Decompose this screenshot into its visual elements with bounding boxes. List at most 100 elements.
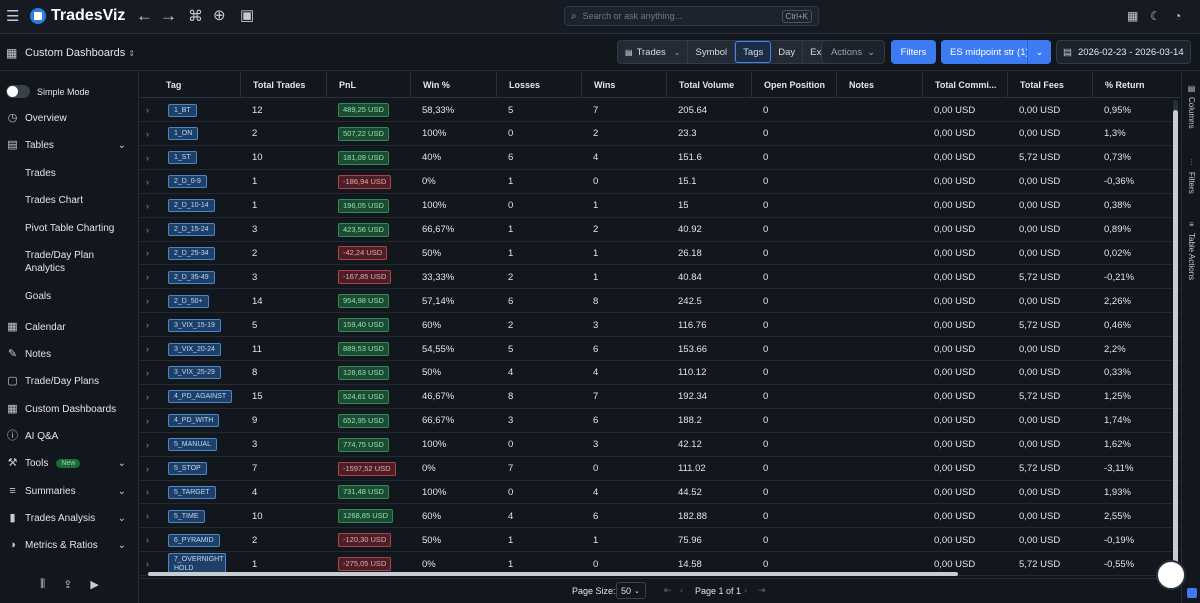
col-total-volume-header[interactable]: Total Volume — [666, 72, 751, 98]
grid-icon[interactable]: ▦ — [1127, 9, 1138, 24]
prev-page-icon[interactable]: ‹ — [680, 585, 683, 595]
sidebar-item-plan-analytics[interactable]: Trade/Day Plan Analytics — [25, 249, 133, 275]
col-wins-header[interactable]: Wins — [581, 72, 666, 98]
tab-day[interactable]: Day — [771, 41, 804, 63]
table-row[interactable]: › 6_PYRAMID 2 -120,30 USD 50% 1 1 75.96 0 0,00 US… — [140, 528, 1180, 553]
sidebar-item-tools[interactable]: ⚒ Tools New ⌄ — [6, 457, 134, 470]
tag-chip[interactable]: 5_TARGET — [168, 485, 216, 499]
sidebar-item-trades-chart[interactable]: Trades Chart — [25, 194, 133, 207]
tag-chip[interactable]: 3_VIX_15-19 — [168, 318, 221, 332]
tag-chip[interactable]: 3_VIX_20-24 — [168, 342, 221, 356]
sidebar-item-overview[interactable]: ◷ Overview — [6, 112, 134, 125]
chevron-right-icon[interactable]: › — [146, 392, 149, 402]
chevron-right-icon[interactable]: › — [146, 487, 149, 497]
tag-chip[interactable]: 1_ST — [168, 151, 197, 165]
first-page-icon[interactable]: ⇤ — [664, 585, 672, 596]
table-row[interactable]: › 1_BT 12 489,25 USD 58,33% 5 7 205.64 0 0,00 USD… — [140, 98, 1180, 122]
table-row[interactable]: › 3_VIX_25-29 8 128,63 USD 50% 4 4 110.12 0 0,00 … — [140, 361, 1180, 385]
video-icon[interactable]: ▶ — [90, 578, 98, 591]
next-page-icon[interactable]: › — [744, 585, 747, 595]
forward-icon[interactable]: → — [160, 7, 177, 24]
table-row[interactable]: › 2_D_15-24 3 423,56 USD 66,67% 1 2 40.92 0 0,00 … — [140, 218, 1180, 242]
col-notes-header[interactable]: Notes — [836, 72, 922, 98]
col-total-commissions-header[interactable]: Total Commi... — [922, 72, 1007, 98]
logo[interactable]: TradesViz — [30, 7, 125, 25]
col-total-fees-header[interactable]: Total Fees — [1007, 72, 1092, 98]
table-row[interactable]: › 5_MANUAL 3 774,75 USD 100% 0 3 42.12 0 0,00 USD… — [140, 433, 1180, 457]
table-row[interactable]: › 5_STOP 7 -1597,52 USD 0% 7 0 111.02 0 0,00 USD 5… — [140, 457, 1180, 481]
sidebar-item-plans[interactable]: ▢ Trade/Day Plans — [6, 375, 134, 388]
col-win-pct-header[interactable]: Win % — [410, 72, 496, 98]
plus-circle-icon[interactable]: ⊕ — [213, 8, 226, 23]
help-avatar-button[interactable] — [1156, 560, 1186, 590]
table-row[interactable]: › 1_ST 10 181,09 USD 40% 6 4 151.6 0 0,00 USD 5,72… — [140, 146, 1180, 170]
chevron-right-icon[interactable]: › — [146, 344, 149, 354]
chevron-right-icon[interactable]: › — [146, 559, 149, 569]
chevron-right-icon[interactable]: › — [146, 153, 149, 163]
sidebar-item-notes[interactable]: ✎ Notes — [6, 348, 134, 361]
bell-icon[interactable]: ◔ — [1174, 9, 1181, 24]
chevron-right-icon[interactable]: › — [146, 368, 149, 378]
sidebar-item-goals[interactable]: Goals — [25, 290, 133, 303]
notification-icon[interactable] — [1187, 588, 1197, 598]
sidebar-item-custom-dashboards[interactable]: ▦ Custom Dashboards — [6, 403, 134, 416]
col-losses-header[interactable]: Losses — [496, 72, 581, 98]
chevron-right-icon[interactable]: › — [146, 225, 149, 235]
chevron-right-icon[interactable]: › — [146, 129, 149, 139]
tag-chip[interactable]: 3_VIX_25-29 — [168, 366, 221, 380]
sidebar-item-pivot[interactable]: Pivot Table Charting — [25, 222, 133, 235]
chevron-right-icon[interactable]: › — [146, 105, 149, 115]
menu-icon[interactable]: ☰ — [6, 9, 19, 24]
table-row[interactable]: › 1_ON 2 507,22 USD 100% 0 2 23.3 0 0,00 USD 0,00 … — [140, 122, 1180, 146]
command-icon[interactable]: ⌘ — [188, 9, 203, 24]
horizontal-scrollbar[interactable] — [148, 572, 958, 576]
sliders-icon[interactable]: ⫼ — [40, 578, 45, 591]
col-tag-header[interactable]: Tag — [154, 72, 254, 98]
tag-chip[interactable]: 2_D_0-9 — [168, 175, 207, 189]
tag-chip[interactable]: 5_TIME — [168, 509, 205, 523]
back-icon[interactable]: ← — [136, 7, 153, 24]
table-row[interactable]: › 5_TARGET 4 731,48 USD 100% 0 4 44.52 0 0,00 USD… — [140, 480, 1180, 505]
table-row[interactable]: › 2_D_50+ 14 954,98 USD 57,14% 6 8 242.5 0 0,00 U… — [140, 289, 1180, 314]
tag-chip[interactable]: 5_STOP — [168, 462, 207, 475]
table-row[interactable]: › 3_VIX_15-19 5 159,40 USD 60% 2 3 116.76 0 0,00 … — [140, 313, 1180, 338]
table-row[interactable]: › 3_VIX_20-24 11 889,53 USD 54,55% 5 6 153.66 0 0… — [140, 337, 1180, 361]
chevron-right-icon[interactable]: › — [146, 320, 149, 330]
sidebar-item-trades[interactable]: Trades — [25, 167, 133, 180]
tag-chip[interactable]: 2_D_25-34 — [168, 246, 215, 260]
search-bar[interactable]: ⌕ Ctrl+K — [564, 6, 819, 26]
tag-chip[interactable]: 2_D_35-49 — [168, 270, 215, 284]
chevron-down-icon[interactable]: ⌄ — [1027, 40, 1051, 64]
vertical-scrollbar[interactable] — [1173, 100, 1178, 568]
chevron-right-icon[interactable]: › — [146, 464, 149, 474]
chevron-right-icon[interactable]: › — [146, 416, 149, 426]
sidebar-item-summaries[interactable]: ≡ Summaries ⌄ — [6, 485, 134, 498]
strategy-button[interactable]: ES midpoint str (1) ⌄ — [941, 40, 1051, 64]
tag-chip[interactable]: 1_BT — [168, 103, 197, 117]
tag-chip[interactable]: 1_ON — [168, 127, 199, 141]
ai-chat-icon[interactable]: ▣ — [240, 8, 254, 23]
table-row[interactable]: › 2_D_10-14 1 196,05 USD 100% 0 1 15 0 0,00 USD 0,… — [140, 194, 1180, 218]
toggle-switch[interactable] — [6, 85, 30, 98]
chevron-right-icon[interactable]: › — [146, 511, 149, 521]
table-row[interactable]: › 2_D_25-34 2 -42,24 USD 50% 1 1 26.18 0 0,00 USD… — [140, 241, 1180, 266]
sidebar-item-ai[interactable]: ⓘ AI Q&A — [6, 430, 134, 443]
table-row[interactable]: › 4_PD_WITH 9 652,95 USD 66,67% 3 6 188.2 0 0,00 … — [140, 409, 1180, 433]
chevron-right-icon[interactable]: › — [146, 177, 149, 187]
tag-chip[interactable]: 5_MANUAL — [168, 438, 217, 452]
tab-trades[interactable]: ▤ Trades ⌄ — [618, 41, 689, 63]
sidebar-item-metrics[interactable]: ◑ Metrics & Ratios ⌄ — [6, 539, 134, 552]
col-return-pct-header[interactable]: % Return — [1092, 72, 1180, 98]
tab-tags[interactable]: Tags — [735, 41, 772, 63]
date-range-picker[interactable]: ▤ 2026-02-23 - 2026-03-14 — [1056, 40, 1191, 64]
scroll-thumb[interactable] — [1173, 110, 1178, 568]
table-row[interactable]: › 2_D_0-9 1 -186,94 USD 0% 1 0 15.1 0 0,00 USD 0,0… — [140, 170, 1180, 194]
last-page-icon[interactable]: ⇥ — [758, 585, 766, 596]
sidebar-item-calendar[interactable]: ▦ Calendar — [6, 321, 134, 334]
tag-chip[interactable]: 2_D_10-14 — [168, 199, 215, 213]
table-row[interactable]: › 5_TIME 10 1268,85 USD 60% 4 6 182.88 0 0,00 USD… — [140, 504, 1180, 529]
upload-icon[interactable]: ⇪ — [63, 578, 72, 591]
chevron-right-icon[interactable]: › — [146, 201, 149, 211]
col-pnl-header[interactable]: PnL — [326, 72, 410, 98]
table-actions-tab[interactable]: ≡ Table Actions — [1184, 220, 1199, 280]
